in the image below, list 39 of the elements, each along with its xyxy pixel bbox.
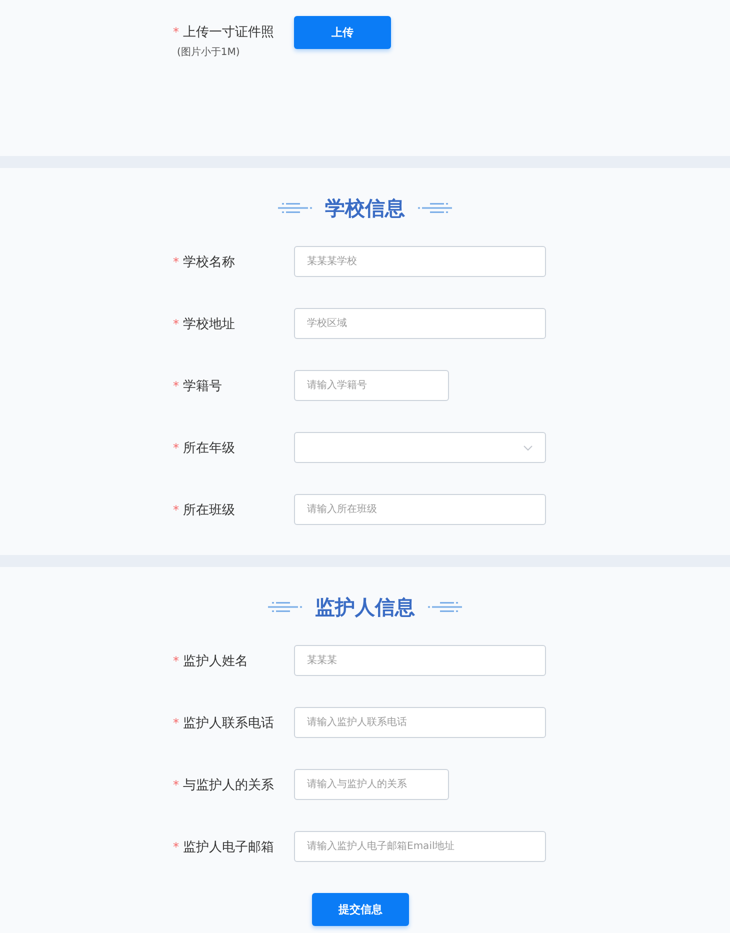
hint-text: (图片小于1M) xyxy=(177,46,241,59)
section-title: 监护人信息 xyxy=(315,595,415,619)
lines-decoration-icon xyxy=(268,601,302,613)
input-field[interactable]: 请输入学籍号 xyxy=(294,370,449,401)
required-mark: * xyxy=(173,316,179,330)
required-mark: * xyxy=(173,654,179,668)
required-mark: * xyxy=(173,25,179,39)
lines-decoration-icon xyxy=(278,202,312,214)
section-title: 学校信息 xyxy=(325,196,405,220)
required-mark: * xyxy=(173,378,179,392)
input-field[interactable]: 请输入监护人电子邮箱Email地址 xyxy=(294,831,546,862)
chevron-down-icon xyxy=(523,444,533,450)
field-label: 学校地址 xyxy=(183,316,235,332)
input-field[interactable]: 请输入与监护人的关系 xyxy=(294,769,449,800)
lines-decoration-icon xyxy=(418,202,452,214)
input-field[interactable]: 某某某 xyxy=(294,645,546,676)
input-field[interactable]: 学校区域 xyxy=(294,308,546,339)
field-label: 学籍号 xyxy=(183,378,222,394)
field-label: 与监护人的关系 xyxy=(183,776,274,794)
required-mark: * xyxy=(173,716,179,730)
field-label: 所在班级 xyxy=(183,502,235,518)
field-label: 监护人联系电话 xyxy=(183,714,274,732)
input-field[interactable]: 请输入所在班级 xyxy=(294,494,546,525)
field-label: 所在年级 xyxy=(183,440,235,456)
required-mark: * xyxy=(173,440,179,454)
required-mark: * xyxy=(173,840,179,854)
field-label: 监护人姓名 xyxy=(183,652,248,670)
dropdown[interactable] xyxy=(294,432,546,463)
field-label: 监护人电子邮箱 xyxy=(183,838,274,856)
lines-decoration-icon xyxy=(428,601,462,613)
field-label: 学校名称 xyxy=(183,254,235,270)
upload-button[interactable]: 上传 xyxy=(294,16,391,49)
input-field[interactable]: 某某某学校 xyxy=(294,246,546,277)
required-mark: * xyxy=(173,254,179,268)
required-mark: * xyxy=(173,502,179,516)
submit-button[interactable]: 提交信息 xyxy=(312,893,409,926)
field-label: 上传一寸证件照 xyxy=(183,24,274,41)
input-field[interactable]: 请输入监护人联系电话 xyxy=(294,707,546,738)
required-mark: * xyxy=(173,778,179,792)
